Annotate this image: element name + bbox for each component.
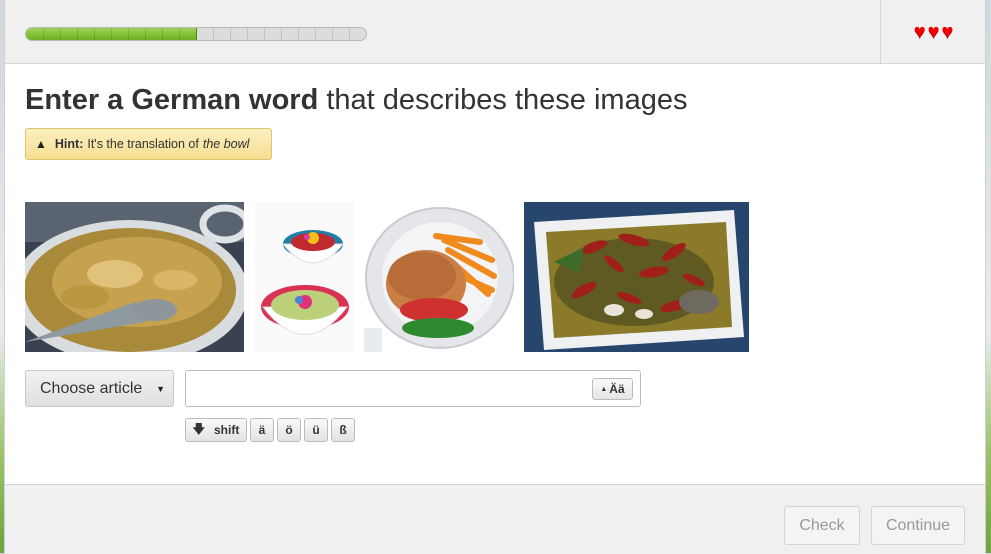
image-flower-bowls bbox=[255, 202, 354, 352]
image-curry-bowl bbox=[25, 202, 244, 352]
progress-segment-divider bbox=[128, 28, 129, 40]
arrow-down-icon: 🡇 bbox=[192, 421, 205, 436]
hint-term: the bowl bbox=[202, 137, 250, 151]
progress-segment-divider bbox=[281, 28, 282, 40]
progress-segment-divider bbox=[94, 28, 95, 40]
progress-segment-divider bbox=[230, 28, 231, 40]
article-select-label: Choose article bbox=[40, 379, 143, 397]
lesson-header: ♥ ♥ ♥ bbox=[5, 0, 985, 64]
check-button[interactable]: Check bbox=[784, 506, 860, 545]
chevron-down-icon: ▼ bbox=[156, 384, 165, 394]
progress-segment-divider bbox=[196, 28, 197, 40]
prompt-title-rest: that describes these images bbox=[318, 84, 688, 116]
special-characters-toggle-label: Ää bbox=[609, 382, 625, 396]
key-u-umlaut[interactable]: ü bbox=[304, 418, 328, 442]
lives-display: ♥ ♥ ♥ bbox=[880, 0, 986, 63]
hint-box: ▲ Hint: It's the translation of the bowl bbox=[25, 128, 272, 160]
progress-segment-divider bbox=[145, 28, 146, 40]
lesson-footer: Check Continue bbox=[5, 484, 985, 554]
progress-segment-divider bbox=[315, 28, 316, 40]
special-characters-toggle[interactable]: ▲ Ää bbox=[592, 378, 633, 400]
article-select[interactable]: Choose article ▼ bbox=[25, 370, 174, 407]
progress-segment-divider bbox=[43, 28, 44, 40]
progress-segment-divider bbox=[162, 28, 163, 40]
progress-segment-divider bbox=[77, 28, 78, 40]
key-sharp-s[interactable]: ß bbox=[331, 418, 355, 442]
answer-input[interactable] bbox=[185, 370, 641, 407]
key-a-umlaut[interactable]: ä bbox=[250, 418, 274, 442]
hint-text: It's the translation of bbox=[87, 137, 199, 151]
progress-segment-divider bbox=[349, 28, 350, 40]
image-spicy-fish bbox=[524, 202, 749, 352]
lesson-card: ♥ ♥ ♥ Enter a German word that describes… bbox=[4, 0, 986, 554]
hint-label: Hint: bbox=[54, 137, 84, 151]
shift-key-label: shift bbox=[214, 423, 240, 437]
heart-icon: ♥ bbox=[927, 20, 940, 43]
progress-segment-divider bbox=[247, 28, 248, 40]
prompt-title: Enter a German word that describes these… bbox=[25, 84, 687, 117]
warning-icon: ▲ bbox=[35, 137, 47, 151]
progress-segment-divider bbox=[213, 28, 214, 40]
key-o-umlaut[interactable]: ö bbox=[277, 418, 301, 442]
progress-segment-divider bbox=[60, 28, 61, 40]
heart-icon: ♥ bbox=[941, 20, 954, 43]
continue-button[interactable]: Continue bbox=[871, 506, 965, 545]
prompt-title-bold: Enter a German word bbox=[25, 84, 319, 116]
caret-up-icon: ▲ bbox=[600, 385, 608, 393]
progress-segment-divider bbox=[111, 28, 112, 40]
progress-segment-divider bbox=[332, 28, 333, 40]
progress-segment-divider bbox=[298, 28, 299, 40]
heart-icon: ♥ bbox=[913, 20, 926, 43]
progress-segment-divider bbox=[264, 28, 265, 40]
image-burger-plate bbox=[364, 202, 514, 352]
progress-bar bbox=[25, 27, 367, 41]
progress-segment-divider bbox=[179, 28, 180, 40]
shift-key[interactable]: 🡇 shift bbox=[185, 418, 247, 442]
